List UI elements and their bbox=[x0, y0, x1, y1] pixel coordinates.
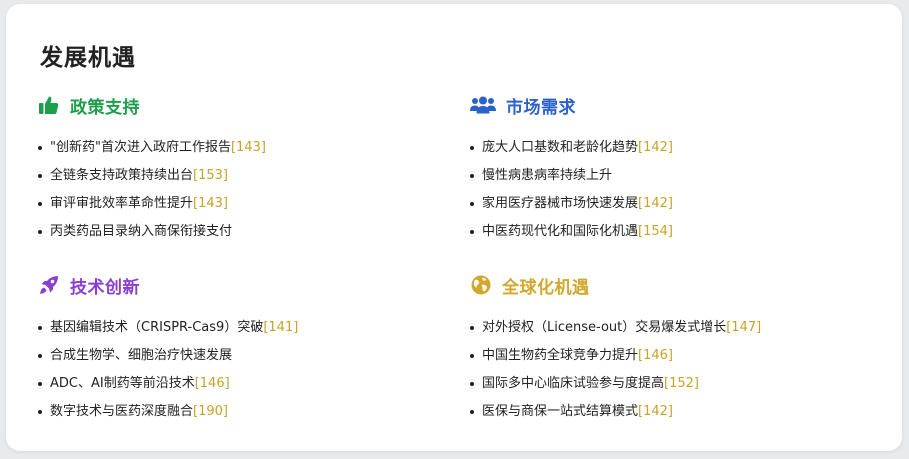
item-list: "创新药"首次进入政府工作报告[143] 全链条支持政策持续出台[153] 审评… bbox=[38, 134, 438, 246]
item-text: 丙类药品目录纳入商保衔接支付 bbox=[50, 224, 233, 239]
page-title: 发展机遇 bbox=[40, 44, 136, 71]
list-item: 中医药现代化和国际化机遇[154] bbox=[470, 218, 870, 246]
item-text: 庞大人口基数和老龄化趋势 bbox=[482, 140, 639, 155]
section-header: 市场需求 bbox=[470, 90, 870, 120]
list-item: 慢性病患病率持续上升 bbox=[470, 162, 870, 190]
users-icon bbox=[470, 94, 496, 116]
section-title: 全球化机遇 bbox=[502, 277, 590, 298]
item-text: "创新药"首次进入政府工作报告 bbox=[50, 140, 231, 155]
list-item: 基因编辑技术（CRISPR-Cas9）突破[141] bbox=[38, 314, 438, 342]
list-item: 庞大人口基数和老龄化趋势[142] bbox=[470, 134, 870, 162]
section-title: 市场需求 bbox=[506, 97, 576, 118]
list-item: 丙类药品目录纳入商保衔接支付 bbox=[38, 218, 438, 246]
citation[interactable]: [143] bbox=[193, 196, 228, 211]
item-text: 合成生物学、细胞治疗快速发展 bbox=[50, 348, 233, 363]
item-text: ADC、AI制药等前沿技术 bbox=[50, 376, 195, 391]
citation[interactable]: [146] bbox=[638, 348, 673, 363]
citation[interactable]: [143] bbox=[231, 140, 266, 155]
list-item: ADC、AI制药等前沿技术[146] bbox=[38, 370, 438, 398]
list-item: 对外授权（License-out）交易爆发式增长[147] bbox=[470, 314, 870, 342]
thumbs-up-icon bbox=[38, 94, 60, 116]
citation[interactable]: [147] bbox=[726, 320, 761, 335]
citation[interactable]: [142] bbox=[638, 140, 673, 155]
section-tech-innovation: 技术创新 基因编辑技术（CRISPR-Cas9）突破[141] 合成生物学、细胞… bbox=[38, 270, 438, 426]
section-policy-support: 政策支持 "创新药"首次进入政府工作报告[143] 全链条支持政策持续出台[15… bbox=[38, 90, 438, 246]
citation[interactable]: [154] bbox=[638, 224, 673, 239]
item-text: 慢性病患病率持续上升 bbox=[482, 168, 613, 183]
item-text: 中医药现代化和国际化机遇 bbox=[482, 224, 639, 239]
citation[interactable]: [146] bbox=[195, 376, 230, 391]
item-text: 基因编辑技术（CRISPR-Cas9）突破 bbox=[50, 320, 264, 335]
opportunities-card: 发展机遇 政策支持 "创新药"首次进入政府工作报告[143] 全链条支持政策持续… bbox=[6, 4, 902, 451]
section-globalization: 全球化机遇 对外授权（License-out）交易爆发式增长[147] 中国生物… bbox=[470, 270, 870, 426]
item-text: 审评审批效率革命性提升 bbox=[50, 196, 194, 211]
citation[interactable]: [141] bbox=[263, 320, 298, 335]
item-list: 基因编辑技术（CRISPR-Cas9）突破[141] 合成生物学、细胞治疗快速发… bbox=[38, 314, 438, 426]
item-text: 数字技术与医药深度融合 bbox=[50, 404, 194, 419]
list-item: 家用医疗器械市场快速发展[142] bbox=[470, 190, 870, 218]
list-item: 合成生物学、细胞治疗快速发展 bbox=[38, 342, 438, 370]
item-list: 庞大人口基数和老龄化趋势[142] 慢性病患病率持续上升 家用医疗器械市场快速发… bbox=[470, 134, 870, 246]
list-item: 国际多中心临床试验参与度提高[152] bbox=[470, 370, 870, 398]
list-item: 中国生物药全球竞争力提升[146] bbox=[470, 342, 870, 370]
section-header: 政策支持 bbox=[38, 90, 438, 120]
section-market-demand: 市场需求 庞大人口基数和老龄化趋势[142] 慢性病患病率持续上升 家用医疗器械… bbox=[470, 90, 870, 246]
globe-icon bbox=[470, 274, 492, 296]
item-list: 对外授权（License-out）交易爆发式增长[147] 中国生物药全球竞争力… bbox=[470, 314, 870, 426]
section-header: 全球化机遇 bbox=[470, 270, 870, 300]
section-title: 政策支持 bbox=[70, 97, 140, 118]
list-item: 审评审批效率革命性提升[143] bbox=[38, 190, 438, 218]
item-text: 全链条支持政策持续出台 bbox=[50, 168, 194, 183]
section-title: 技术创新 bbox=[70, 277, 140, 298]
citation[interactable]: [153] bbox=[193, 168, 228, 183]
citation[interactable]: [152] bbox=[664, 376, 699, 391]
citation[interactable]: [142] bbox=[638, 196, 673, 211]
rocket-icon bbox=[38, 274, 60, 296]
list-item: "创新药"首次进入政府工作报告[143] bbox=[38, 134, 438, 162]
item-text: 国际多中心临床试验参与度提高 bbox=[482, 376, 665, 391]
citation[interactable]: [142] bbox=[638, 404, 673, 419]
section-header: 技术创新 bbox=[38, 270, 438, 300]
item-text: 中国生物药全球竞争力提升 bbox=[482, 348, 639, 363]
list-item: 全链条支持政策持续出台[153] bbox=[38, 162, 438, 190]
list-item: 医保与商保一站式结算模式[142] bbox=[470, 398, 870, 426]
item-text: 医保与商保一站式结算模式 bbox=[482, 404, 639, 419]
item-text: 家用医疗器械市场快速发展 bbox=[482, 196, 639, 211]
list-item: 数字技术与医药深度融合[190] bbox=[38, 398, 438, 426]
item-text: 对外授权（License-out）交易爆发式增长 bbox=[482, 320, 727, 335]
citation[interactable]: [190] bbox=[193, 404, 228, 419]
